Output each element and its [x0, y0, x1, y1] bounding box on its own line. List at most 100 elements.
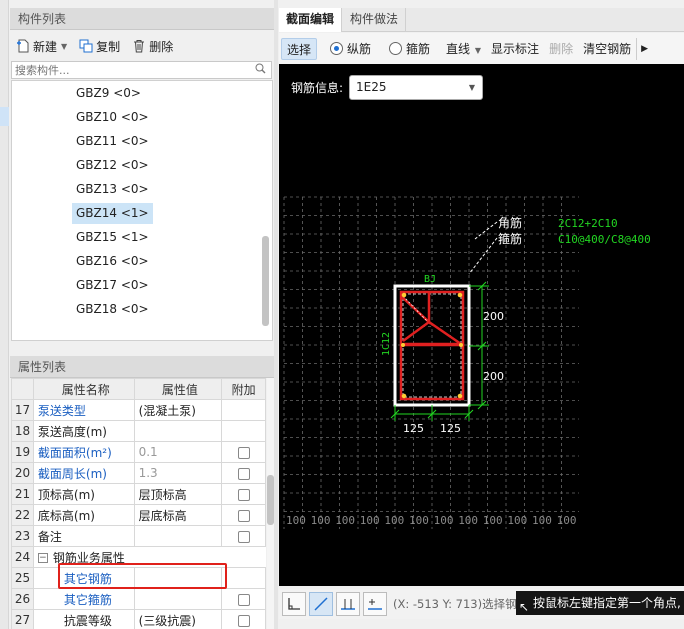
show-label-button[interactable]: 显示标注	[486, 38, 544, 60]
new-document-icon	[16, 39, 30, 53]
property-value[interactable]: 0.1	[133, 441, 223, 463]
property-row[interactable]: 21 顶标高(m) 层顶标高	[11, 483, 266, 505]
component-list-item[interactable]: GBZ9 <0>	[72, 83, 145, 104]
property-row[interactable]: 22 底标高(m) 层底标高	[11, 504, 266, 526]
property-row[interactable]: 24− 钢筋业务属性	[11, 546, 266, 568]
property-row-number: 23	[11, 525, 34, 547]
property-name-cell: 底标高(m)	[32, 504, 135, 526]
property-extra-cell	[221, 504, 266, 526]
properties-table: 属性名称 属性值 附加 17 泵送类型 (混凝土泵) 18 泵送高度(m) 19 截面面积(…	[11, 378, 266, 629]
section-canvas[interactable]: 钢筋信息: 1E25 ▼ 100 100 100 100 100 100 100 100 100…	[279, 64, 684, 586]
property-row-number: 21	[11, 483, 34, 505]
delete-rebar-button[interactable]: 删除	[544, 38, 578, 60]
new-dropdown-icon[interactable]: ▼	[61, 42, 67, 51]
radio-unchecked-icon	[389, 41, 403, 55]
select-button[interactable]: 选择	[281, 37, 318, 60]
checkbox-icon[interactable]	[237, 614, 250, 627]
property-name: 泵送类型	[37, 403, 86, 418]
hint-tooltip: ↖ 按鼠标左键指定第一个角点,	[516, 591, 684, 615]
component-search-input[interactable]	[12, 62, 242, 78]
property-name: 底标高(m)	[37, 508, 95, 523]
property-row[interactable]: 27 抗震等级 (三级抗震)	[11, 609, 266, 629]
property-name-cell: 截面周长(m)	[32, 462, 135, 484]
property-row[interactable]: 19 截面面积(m²) 0.1	[11, 441, 266, 463]
tab-component-method[interactable]: 构件做法	[343, 8, 407, 32]
clear-rebar-button[interactable]: 清空钢筋	[578, 38, 636, 60]
component-list-item[interactable]: GBZ12 <0>	[72, 155, 153, 176]
property-name-cell: − 钢筋业务属性	[32, 546, 266, 568]
longitudinal-rebar-label: 纵筋	[347, 41, 372, 56]
radio-checked-icon	[330, 41, 344, 55]
add-point-icon[interactable]	[363, 592, 387, 616]
new-button[interactable]: 新建 ▼	[10, 34, 73, 58]
property-row-number: 20	[11, 462, 34, 484]
property-row-number: 24	[11, 546, 34, 568]
property-row-number: 22	[11, 504, 34, 526]
line-draw-icon[interactable]	[309, 592, 333, 616]
collapse-icon[interactable]: −	[37, 553, 48, 563]
property-value[interactable]: 层底标高	[133, 504, 223, 526]
orthogonal-mode-icon[interactable]	[282, 592, 306, 616]
checkbox-icon[interactable]	[237, 446, 250, 459]
property-row-number: 18	[11, 420, 34, 442]
grid-label: 100	[434, 514, 454, 527]
checkbox-icon[interactable]	[237, 530, 250, 543]
tab-section-edit[interactable]: 截面编辑	[279, 8, 343, 32]
corner-rebar-value: 2C12+2C10	[558, 217, 618, 230]
section-drawing: 100 100 100 100 100 100 100 100 100 100 100 100 角筋 …	[283, 196, 651, 529]
property-row[interactable]: 18 泵送高度(m)	[11, 420, 266, 442]
checkbox-icon[interactable]	[237, 509, 250, 522]
property-value[interactable]: (三级抗震)	[133, 609, 223, 629]
checkbox-icon[interactable]	[237, 593, 250, 606]
delete-button[interactable]: 删除	[126, 34, 179, 58]
property-row[interactable]: 26 其它箍筋	[11, 588, 266, 610]
tie-hook-dashed	[402, 295, 428, 322]
component-list-item[interactable]: GBZ11 <0>	[72, 131, 153, 152]
properties-header-row: 属性名称 属性值 附加	[11, 378, 266, 400]
property-value[interactable]: (混凝土泵)	[133, 399, 223, 421]
property-name: 其它箍筋	[63, 592, 112, 607]
component-list-scrollbar[interactable]	[262, 236, 269, 326]
component-list-item[interactable]: GBZ15 <1>	[72, 227, 153, 248]
copy-button[interactable]: 复制	[73, 34, 126, 58]
hint-tooltip-text: 按鼠标左键指定第一个角点,	[533, 596, 681, 610]
property-value[interactable]	[133, 525, 223, 547]
toolbar-more-button[interactable]: ▶	[636, 37, 652, 60]
property-name-cell: 其它钢筋	[32, 567, 135, 589]
property-name: 抗震等级	[63, 613, 112, 628]
property-value[interactable]	[133, 588, 223, 610]
components-panel-title: 构件列表	[10, 8, 274, 30]
property-row[interactable]: 25 其它钢筋	[11, 567, 266, 589]
property-name-cell: 备注	[32, 525, 135, 547]
component-list-item[interactable]: GBZ17 <0>	[72, 275, 153, 296]
property-name-cell: 其它箍筋	[32, 588, 135, 610]
property-row[interactable]: 23 备注	[11, 525, 266, 547]
component-list-item[interactable]: GBZ13 <0>	[72, 179, 153, 200]
search-icon[interactable]	[255, 63, 266, 77]
property-value[interactable]	[133, 420, 223, 442]
checkbox-icon[interactable]	[237, 467, 250, 480]
grid-label: 100	[507, 514, 527, 527]
property-row[interactable]: 17 泵送类型 (混凝土泵)	[11, 399, 266, 421]
component-list-item[interactable]: GBZ16 <0>	[72, 251, 153, 272]
component-list-item[interactable]: GBZ14 <1>	[72, 203, 153, 224]
property-name: 钢筋业务属性	[52, 550, 125, 565]
longitudinal-rebar-radio[interactable]: 纵筋	[325, 38, 376, 60]
property-value[interactable]: 层顶标高	[133, 483, 223, 505]
copy-button-label: 复制	[96, 39, 121, 54]
property-value[interactable]: 1.3	[133, 462, 223, 484]
leader-lines	[468, 221, 498, 275]
dim-right-1: 200	[483, 310, 504, 323]
panel-splitter[interactable]	[274, 0, 278, 629]
property-row[interactable]: 20 截面周长(m) 1.3	[11, 462, 266, 484]
property-value[interactable]	[133, 567, 223, 589]
components-toolbar: 新建 ▼ 复制 删除	[10, 33, 273, 59]
snap-icon[interactable]	[336, 592, 360, 616]
stirrup-radio[interactable]: 箍筋	[384, 38, 435, 60]
component-list-item[interactable]: GBZ18 <0>	[72, 299, 153, 320]
properties-scrollbar[interactable]	[267, 475, 274, 525]
component-list-item[interactable]: GBZ10 <0>	[72, 107, 153, 128]
line-dropdown[interactable]: 直线 ▼	[441, 38, 486, 60]
stirrup-label: 箍筋	[498, 231, 522, 246]
checkbox-icon[interactable]	[237, 488, 250, 501]
